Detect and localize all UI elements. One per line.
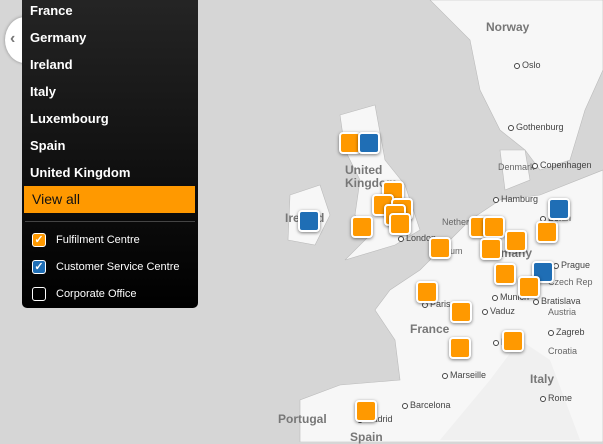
checkbox-checked-icon: ✓	[32, 259, 46, 274]
fulfilment-marker[interactable]	[450, 301, 472, 323]
filter-checkbox-fulfilment-centre[interactable]: ✓ Fulfilment Centre	[22, 226, 198, 253]
country-label: Italy	[530, 372, 555, 386]
country-label: Portugal	[278, 412, 327, 426]
fulfilment-marker[interactable]	[449, 337, 471, 359]
fulfilment-marker[interactable]	[355, 400, 377, 422]
chevron-left-icon: ‹	[10, 30, 16, 47]
divider	[25, 221, 195, 222]
fulfilment-marker[interactable]	[389, 213, 411, 235]
checkbox-unchecked-icon	[32, 286, 46, 301]
city-label: Zagreb	[548, 327, 585, 337]
country-item-germany[interactable]: Germany	[22, 24, 198, 51]
city-label: Oslo	[514, 60, 541, 70]
filter-panel: France Germany Ireland Italy Luxembourg Spain…	[22, 0, 198, 308]
country-item-ireland[interactable]: Ireland	[22, 51, 198, 78]
fulfilment-marker[interactable]	[416, 281, 438, 303]
filter-label: Corporate Office	[56, 287, 137, 300]
filter-label: Fulfilment Centre	[56, 233, 140, 246]
city-label: Rome	[540, 393, 572, 403]
country-label: Denmark	[498, 162, 535, 172]
customer-service-marker[interactable]	[548, 198, 570, 220]
city-label: Hamburg	[493, 194, 538, 204]
city-label: Gothenburg	[508, 122, 564, 132]
country-label: Croatia	[548, 346, 578, 356]
view-all-button[interactable]: View all	[24, 186, 195, 213]
fulfilment-marker[interactable]	[494, 263, 516, 285]
city-label: Bratislava	[533, 296, 581, 306]
country-item-italy[interactable]: Italy	[22, 78, 198, 105]
city-label: Marseille	[442, 370, 486, 380]
country-label: Czech Rep	[548, 277, 593, 287]
city-label: Prague	[553, 260, 590, 270]
country-item-france[interactable]: France	[22, 0, 198, 24]
country-label: France	[410, 322, 450, 336]
customer-service-marker[interactable]	[298, 210, 320, 232]
city-label: Barcelona	[402, 400, 451, 410]
fulfilment-marker[interactable]	[429, 237, 451, 259]
country-label: Austria	[548, 307, 577, 317]
customer-service-marker[interactable]	[358, 132, 380, 154]
fulfilment-marker[interactable]	[518, 276, 540, 298]
country-label: Norway	[486, 20, 530, 34]
country-item-spain[interactable]: Spain	[22, 132, 198, 159]
filter-checkbox-corporate-office[interactable]: Corporate Office	[22, 280, 198, 307]
fulfilment-marker[interactable]	[351, 216, 373, 238]
fulfilment-marker[interactable]	[505, 230, 527, 252]
fulfilment-marker[interactable]	[502, 330, 524, 352]
country-item-united-kingdom[interactable]: United Kingdom	[22, 159, 198, 186]
city-label: Vaduz	[482, 306, 515, 316]
city-label: Copenhagen	[532, 160, 592, 170]
fulfilment-marker[interactable]	[480, 238, 502, 260]
filter-label: Customer Service Centre	[56, 260, 180, 273]
fulfilment-marker[interactable]	[483, 216, 505, 238]
country-item-luxembourg[interactable]: Luxembourg	[22, 105, 198, 132]
checkbox-checked-icon: ✓	[32, 232, 46, 247]
filter-checkbox-customer-service-centre[interactable]: ✓ Customer Service Centre	[22, 253, 198, 280]
fulfilment-marker[interactable]	[536, 221, 558, 243]
